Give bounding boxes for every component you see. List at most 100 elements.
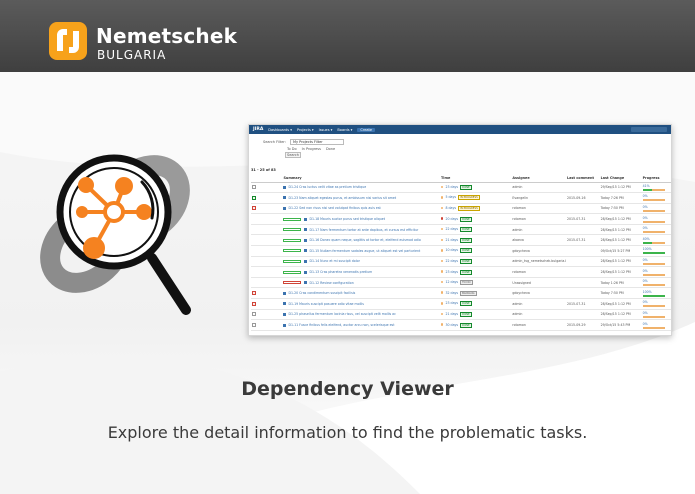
create-button[interactable]: Create xyxy=(357,127,376,132)
expand-toggle-icon[interactable] xyxy=(252,312,256,317)
progress-bar xyxy=(642,231,665,234)
row-summary-text: D1-18 Mauris auctor purus sed tristique … xyxy=(309,217,385,222)
row-summary[interactable]: D1-22 Sed non risus nisi sed volutpat fi… xyxy=(282,203,440,215)
row-summary[interactable]: D1-23 Nam aliquet egestas purus, et ambi… xyxy=(282,192,440,204)
row-time: 5 days IN PROGRESS xyxy=(439,192,512,204)
table-row[interactable]: D1-15 Nullam fermentum sodales augue, ut… xyxy=(251,245,671,257)
time-status-icon xyxy=(440,259,444,263)
expand-toggle-icon[interactable] xyxy=(252,323,256,328)
row-assignee-text: admin_tvg_nemetschek.bulgaria.bgnet xyxy=(512,259,566,264)
menu-dashboards[interactable]: Dashboards ▾ xyxy=(268,128,292,132)
table-row[interactable]: D1-11 Fusce finibus felis eleifend, auct… xyxy=(251,319,671,331)
progress-bar xyxy=(642,262,665,265)
row-summary[interactable]: D1-20 Cras condimentum suscipit facilisi… xyxy=(282,287,440,300)
status-badge: DONE xyxy=(460,301,472,307)
status-badge: IN PROGRESS xyxy=(458,195,480,201)
row-time-text: 23 days xyxy=(445,301,459,306)
table-row[interactable]: D1-14 Nunc et mi suscipit dolor 22 days DO… xyxy=(251,256,671,268)
row-summary[interactable]: D1-19 Mauris suscipit posuere odio vitae… xyxy=(282,298,440,310)
row-summary[interactable]: D1-16 Donec quam neque, sagittis at tort… xyxy=(282,234,440,247)
table-row[interactable]: D1-25 phasellus fermentum lacinia risus,… xyxy=(251,309,671,321)
col-time[interactable]: Time xyxy=(439,175,512,183)
row-summary[interactable]: D1-18 Mauris auctor purus sed tristique … xyxy=(282,213,440,225)
status-badge: DONE xyxy=(460,311,472,317)
dependency-bar xyxy=(283,238,302,242)
row-last-change: Today 7:50 PM xyxy=(599,203,642,215)
row-progress-text: 0% xyxy=(642,194,648,199)
filter-select[interactable]: My Projects Filter xyxy=(289,139,344,145)
row-last-comment xyxy=(565,203,600,215)
expand-toggle-icon[interactable] xyxy=(252,291,256,296)
row-time-text: 23 days xyxy=(445,184,459,189)
row-last-change: 28/Sep/15 1:12 PM xyxy=(599,256,642,268)
row-time: 10 days DONE xyxy=(439,245,512,257)
option-done[interactable]: Done xyxy=(326,147,335,151)
row-progress: 0% xyxy=(641,309,671,321)
row-assignee: admin xyxy=(511,309,566,321)
row-summary-text: D1-12 Review configuration xyxy=(309,280,354,285)
progress-bar xyxy=(642,284,665,287)
table-row[interactable]: D1-16 Donec quam neque, sagittis at tort… xyxy=(251,234,671,247)
col-last-change[interactable]: Last Change xyxy=(599,175,642,183)
row-time-text: 32 days xyxy=(445,290,459,295)
row-last-comment xyxy=(565,277,600,289)
issue-type-icon xyxy=(283,206,287,210)
time-status-icon xyxy=(440,217,444,220)
menu-projects[interactable]: Projects ▾ xyxy=(297,128,314,132)
row-assignee-text: akoeva xyxy=(512,238,524,243)
option-inprogress[interactable]: In Progress xyxy=(302,147,321,151)
expand-toggle-icon[interactable] xyxy=(252,301,256,306)
time-status-icon xyxy=(440,280,444,284)
row-last-change-text: 29/Oct/15 5:43 PM xyxy=(600,323,631,328)
filter-panel: Search Filter: My Projects Filter To Do … xyxy=(263,139,344,158)
row-summary[interactable]: D1-25 phasellus fermentum lacinia risus,… xyxy=(282,309,440,321)
progress-bar xyxy=(642,188,665,191)
table-row[interactable]: D1-20 Cras condimentum suscipit facilisi… xyxy=(251,287,671,300)
row-summary[interactable]: D1-12 Review configuration xyxy=(282,277,440,289)
status-badge: IN PROGRESS xyxy=(458,205,480,211)
option-todo[interactable]: To Do xyxy=(287,147,297,151)
table-row[interactable]: D1-24 Cras luctus velit vitae as pretium… xyxy=(251,182,671,194)
expand-toggle-icon[interactable] xyxy=(252,185,256,190)
row-summary[interactable]: D1-15 Nullam fermentum sodales augue, ut… xyxy=(282,245,440,257)
status-badge: DONE xyxy=(460,227,472,233)
row-last-change-text: Today 7:50 PM xyxy=(600,291,624,296)
row-progress: 0% xyxy=(641,319,671,331)
table-row[interactable]: D1-12 Review configuration 12 days TO DO Un… xyxy=(251,277,671,289)
search-input[interactable] xyxy=(631,127,667,132)
row-progress-text: 0% xyxy=(642,268,648,273)
col-progress[interactable]: Progress xyxy=(641,175,671,183)
row-summary[interactable]: D1-13 Cras pharetra venenatis pretium xyxy=(282,266,440,278)
expand-toggle-icon[interactable] xyxy=(252,206,256,211)
row-summary-text: D1-23 Nam aliquet egestas purus, et ambi… xyxy=(288,195,397,200)
progress-bar xyxy=(642,315,665,318)
brand-subtitle: BULGARIA xyxy=(97,48,167,62)
search-button[interactable]: Search xyxy=(285,152,301,158)
row-last-change-text: Today 7:26 PM xyxy=(600,195,624,200)
table-row[interactable]: D1-23 Nam aliquet egestas purus, et ambi… xyxy=(251,192,671,204)
row-last-comment-text: 2015-07-31 xyxy=(566,238,586,243)
col-assignee[interactable]: Assignee xyxy=(511,175,566,183)
menu-boards[interactable]: Boards ▾ xyxy=(337,128,352,132)
row-summary[interactable]: D1-14 Nunc et mi suscipit dolor xyxy=(282,256,440,268)
table-row[interactable]: D1-17 Nam fermentum tortor at ante dapib… xyxy=(251,224,671,236)
time-status-icon xyxy=(440,312,444,316)
table-row[interactable]: D1-19 Mauris suscipit posuere odio vitae… xyxy=(251,298,671,310)
table-row[interactable]: D1-22 Sed non risus nisi sed volutpat fi… xyxy=(251,203,671,215)
col-last-comment[interactable]: Last comment xyxy=(565,175,600,183)
row-summary[interactable]: D1-11 Fusce finibus felis eleifend, auct… xyxy=(282,319,440,331)
row-summary[interactable]: D1-17 Nam fermentum tortor at ante dapib… xyxy=(282,224,440,236)
expand-toggle-icon[interactable] xyxy=(252,195,256,200)
row-last-change: Today 7:26 PM xyxy=(599,192,642,204)
row-last-comment xyxy=(565,182,600,194)
issue-type-icon xyxy=(283,312,287,316)
time-status-icon xyxy=(440,249,444,252)
col-summary[interactable]: Summary xyxy=(282,175,440,183)
table-row[interactable]: D1-13 Cras pharetra venenatis pretium 23 … xyxy=(251,266,671,278)
row-assignee: admin xyxy=(511,224,566,236)
row-progress-text: 100% xyxy=(642,247,652,252)
status-badge: TO DO xyxy=(460,280,473,286)
menu-issues[interactable]: Issues ▾ xyxy=(319,128,333,132)
row-summary[interactable]: D1-24 Cras luctus velit vitae as pretium… xyxy=(282,182,440,194)
table-row[interactable]: D1-18 Mauris auctor purus sed tristique … xyxy=(251,213,671,225)
